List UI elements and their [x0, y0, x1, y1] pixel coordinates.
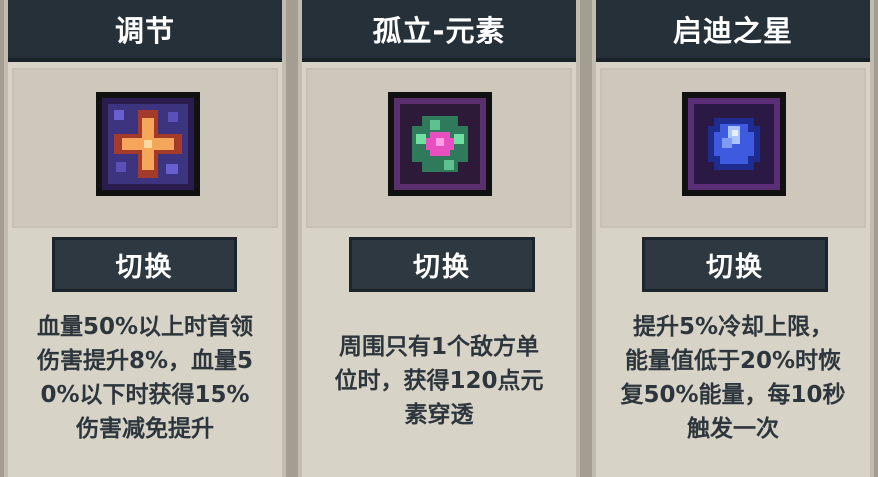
switch-button[interactable]: 切换	[52, 237, 237, 292]
icon-panel	[600, 68, 866, 228]
talent-selection-screen: { "cards": [ { "title": "调节", "icon": "p…	[0, 0, 878, 477]
card-title: 启迪之星	[596, 0, 870, 62]
description-line: 血量50%以上时首领	[36, 314, 254, 340]
description-line: 提升5%冷却上限，	[632, 314, 834, 340]
talent-description: 周围只有1个敌方单 位时，获得120点元 素穿透	[306, 330, 572, 432]
description-line: 触发一次	[687, 416, 779, 442]
icon-panel	[12, 68, 278, 228]
element-gem-icon	[388, 92, 492, 196]
description-line: 0%以下时获得15%	[40, 382, 250, 408]
description-line: 能量值低于20%时恢	[624, 348, 842, 374]
switch-button[interactable]: 切换	[642, 237, 828, 292]
talent-card-3: 启迪之星 切换 提升5%冷却上限， 能量值低于20%时恢 复50%能量，每10秒…	[592, 0, 874, 477]
description-line: 复50%能量，每10秒	[620, 382, 846, 408]
description-line: 位时，获得120点元	[334, 368, 544, 394]
plus-cross-icon	[96, 92, 200, 196]
description-line: 伤害减免提升	[76, 416, 214, 442]
card-title: 孤立-元素	[302, 0, 576, 62]
talent-description: 血量50%以上时首领 伤害提升8%，血量5 0%以下时获得15% 伤害减免提升	[12, 310, 278, 446]
icon-panel	[306, 68, 572, 228]
description-line: 周围只有1个敌方单	[338, 334, 539, 360]
switch-button[interactable]: 切换	[349, 237, 535, 292]
blue-star-gem-icon	[682, 92, 786, 196]
talent-description: 提升5%冷却上限， 能量值低于20%时恢 复50%能量，每10秒 触发一次	[600, 310, 866, 446]
talent-card-1: 调节 切换 血量50%以上时首领 伤害提升8%，血量5 0%以下时获得15% 伤…	[4, 0, 286, 477]
card-title: 调节	[8, 0, 282, 62]
talent-card-2: 孤立-元素 切换 周围只有1个敌方单 位时，获得120点元 素穿透	[298, 0, 580, 477]
description-line: 素穿透	[404, 402, 474, 428]
description-line: 伤害提升8%，血量5	[36, 348, 254, 374]
